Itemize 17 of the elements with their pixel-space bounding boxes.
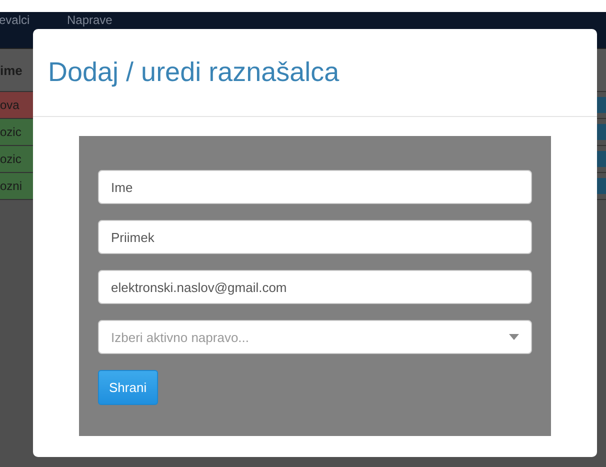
caret-icon [509,334,519,340]
table-cell: ova [0,92,33,119]
modal-title: Dodaj / uredi raznašalca [48,57,340,88]
table-cell: ozic [0,146,33,173]
action-button[interactable] [597,97,606,113]
table-header: ime [0,49,33,92]
input-field[interactable]: Ime [98,170,532,204]
input-field[interactable]: elektronski.naslov@gmail.com [98,270,532,304]
action-button[interactable] [597,151,606,167]
nav-link[interactable]: Naprave [67,12,124,29]
save-button[interactable]: Shrani [98,370,158,405]
action-button[interactable] [597,178,606,194]
table-cell: ozni [0,173,33,200]
select-field[interactable]: Izberi aktivno napravo... [98,320,532,354]
action-button[interactable] [597,124,606,140]
table-cell: ozic [0,119,33,146]
input-field[interactable]: Priimek [98,220,532,254]
